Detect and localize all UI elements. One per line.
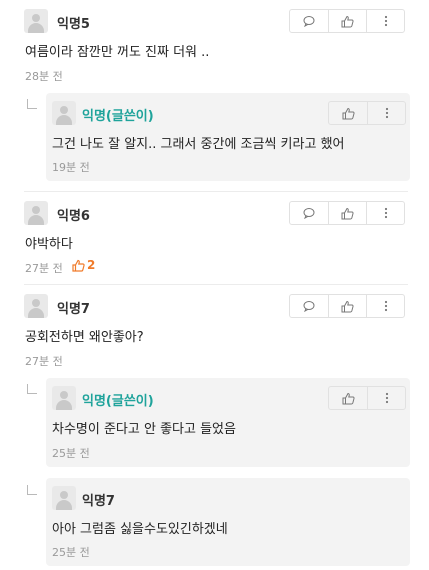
comment-actions — [289, 9, 405, 33]
comment-text: 여름이라 잠깐만 꺼도 진짜 더워 .. — [25, 45, 210, 60]
reply-arrow-icon — [27, 485, 37, 495]
comment-item: 익명6 야박하다 27분 전 2 — [0, 192, 429, 282]
like-button[interactable] — [329, 102, 367, 124]
avatar — [24, 294, 48, 318]
comment-time: 28분 전 — [25, 70, 63, 83]
avatar — [52, 486, 76, 510]
comment-text: 그건 나도 잘 알지.. 그래서 중간에 조금씩 키라고 했어 — [52, 137, 345, 152]
speech-bubble-icon — [303, 16, 315, 27]
avatar — [52, 101, 76, 125]
comment-time: 27분 전 — [25, 355, 63, 368]
comment-author: 익명(글쓴이) — [82, 394, 154, 409]
thumbs-up-icon — [341, 15, 354, 27]
thumbs-up-icon — [342, 107, 355, 119]
comment-actions — [328, 101, 406, 125]
more-button[interactable] — [366, 295, 404, 317]
reply-button[interactable] — [290, 202, 328, 224]
comment-author: 익명6 — [57, 209, 90, 224]
reply-button[interactable] — [290, 295, 328, 317]
reply-arrow-icon — [27, 384, 37, 394]
more-button[interactable] — [366, 202, 404, 224]
like-count: 2 — [72, 258, 95, 272]
comment-author: 익명7 — [82, 494, 115, 509]
comment-text: 차수명이 준다고 안 좋다고 들었음 — [52, 422, 236, 437]
thumbs-up-icon — [341, 300, 354, 312]
more-vertical-icon — [384, 207, 387, 219]
more-vertical-icon — [384, 15, 387, 27]
more-vertical-icon — [385, 107, 388, 119]
comment-author: 익명7 — [57, 302, 90, 317]
speech-bubble-icon — [303, 301, 315, 312]
comment-actions — [289, 294, 405, 318]
like-count-value: 2 — [87, 258, 96, 272]
comment-text: 공회전하면 왜안좋아? — [25, 330, 144, 345]
like-button[interactable] — [328, 295, 366, 317]
reply-button[interactable] — [290, 10, 328, 32]
comment-actions — [289, 201, 405, 225]
comment-author: 익명(글쓴이) — [82, 109, 154, 124]
more-vertical-icon — [385, 392, 388, 404]
reply-item: 익명(글쓴이) 그건 나도 잘 알지.. 그래서 중간에 조금씩 키라고 했어 … — [46, 93, 410, 181]
avatar — [24, 9, 48, 33]
comment-item: 익명7 공회전하면 왜안좋아? 27분 전 — [0, 284, 429, 374]
more-button[interactable] — [366, 10, 404, 32]
thumbs-up-icon — [72, 259, 85, 272]
more-button[interactable] — [367, 102, 405, 124]
comment-item: 익명5 여름이라 잠깐만 꺼도 진짜 더워 .. 28분 전 — [0, 0, 429, 90]
like-button[interactable] — [328, 202, 366, 224]
reply-item: 익명(글쓴이) 차수명이 준다고 안 좋다고 들었음 25분 전 — [46, 378, 410, 467]
thumbs-up-icon — [342, 392, 355, 404]
like-button[interactable] — [329, 387, 367, 409]
reply-item: 익명7 아아 그럼좀 싫을수도있긴하겠네 25분 전 — [46, 478, 410, 566]
reply-arrow-icon — [27, 99, 37, 109]
comment-text: 야박하다 — [25, 237, 73, 252]
more-vertical-icon — [384, 300, 387, 312]
comment-time: 25분 전 — [52, 447, 90, 460]
more-button[interactable] — [367, 387, 405, 409]
comment-text: 아아 그럼좀 싫을수도있긴하겠네 — [52, 522, 228, 537]
avatar — [24, 201, 48, 225]
comment-actions — [328, 386, 406, 410]
speech-bubble-icon — [303, 208, 315, 219]
comment-time: 27분 전 — [25, 262, 63, 275]
thumbs-up-icon — [341, 207, 354, 219]
comment-author: 익명5 — [57, 17, 90, 32]
like-button[interactable] — [328, 10, 366, 32]
comment-time: 25분 전 — [52, 546, 90, 559]
comment-time: 19분 전 — [52, 161, 90, 174]
avatar — [52, 386, 76, 410]
